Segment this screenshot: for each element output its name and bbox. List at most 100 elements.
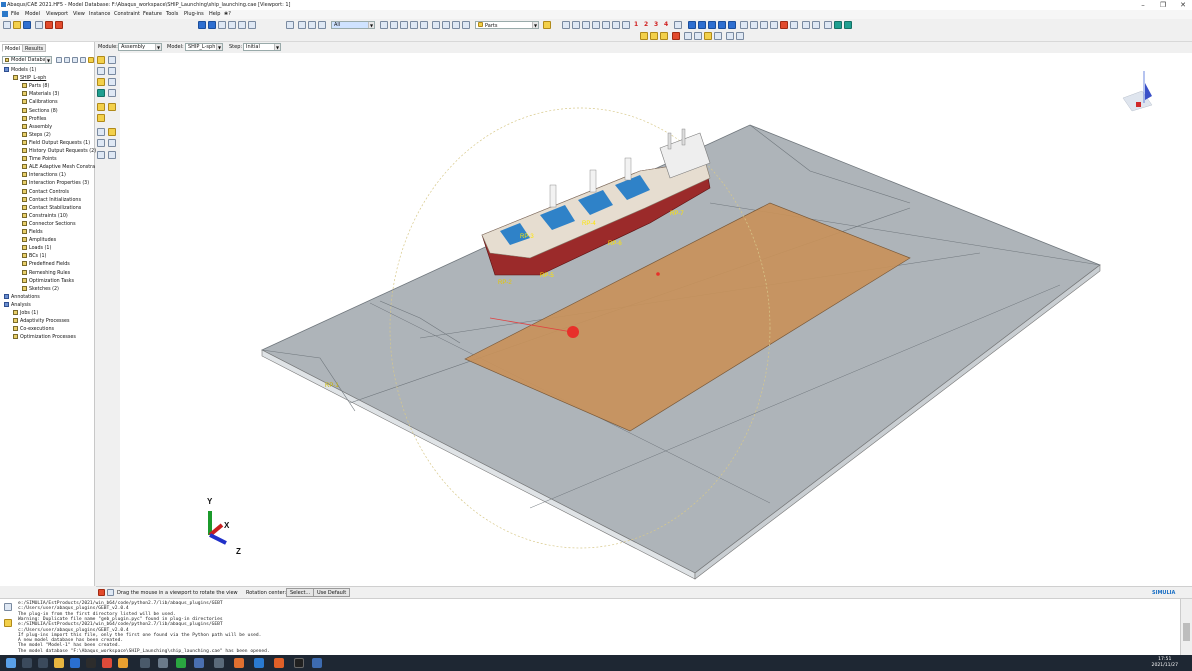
render-edges-icon[interactable] <box>718 21 726 29</box>
cycle-icon[interactable] <box>286 21 294 29</box>
lock-icon[interactable] <box>684 32 692 40</box>
partition2-icon[interactable] <box>108 128 116 136</box>
parallel-face-icon[interactable] <box>97 89 105 97</box>
arrow-icon[interactable] <box>770 21 778 29</box>
view-3-button[interactable]: 3 <box>654 21 658 28</box>
view-back-icon[interactable] <box>572 21 580 29</box>
merge-icon[interactable] <box>97 78 105 86</box>
viewport[interactable]: RP-1 RP-2 RP-3 RP-4 RP-5 RP-6 RP-7 Y X Z <box>120 53 1192 586</box>
back-icon[interactable] <box>107 589 114 596</box>
selection-filter-select[interactable]: All ▼ <box>331 21 375 29</box>
magnify-icon[interactable] <box>218 21 226 29</box>
app-icon-2[interactable] <box>118 658 128 668</box>
cut-icon[interactable] <box>790 21 798 29</box>
save-icon[interactable] <box>23 21 31 29</box>
layers-icon[interactable] <box>812 21 820 29</box>
tab-model[interactable]: Model <box>2 44 24 52</box>
group-icon[interactable] <box>694 32 702 40</box>
wechat-icon[interactable] <box>176 658 186 668</box>
menu-whatsthis[interactable]: ❀? <box>224 11 231 17</box>
tree-item[interactable]: Contact Stabilizations <box>22 204 81 213</box>
expand-icon[interactable] <box>56 57 62 63</box>
tree-item[interactable]: Analysis <box>4 301 31 310</box>
tree-item[interactable]: Parts (8) <box>22 83 49 91</box>
tree-item[interactable]: Time Points <box>22 156 57 164</box>
menu-model[interactable]: Model <box>25 11 40 17</box>
grid2-icon[interactable] <box>736 32 744 40</box>
cursor-icon[interactable] <box>672 32 680 40</box>
filter-tree-icon[interactable] <box>72 57 78 63</box>
menu-help[interactable]: Help <box>209 11 220 17</box>
tree-item[interactable]: Jobs (1) <box>13 310 38 318</box>
box-zoom-icon[interactable] <box>238 21 246 29</box>
paste-icon[interactable] <box>442 21 450 29</box>
tree-item[interactable]: Sketches (2) <box>22 285 59 294</box>
rotate-icon[interactable] <box>208 21 216 29</box>
filter3-icon[interactable] <box>400 21 408 29</box>
translate-instance-icon[interactable] <box>108 67 116 75</box>
task-view-icon[interactable] <box>38 658 48 668</box>
view-1-button[interactable]: 1 <box>634 21 638 28</box>
view-2-button[interactable]: 2 <box>644 21 648 28</box>
open-icon[interactable] <box>13 21 21 29</box>
chrome-icon[interactable] <box>102 658 112 668</box>
tree-item[interactable]: Remeshing Rules <box>22 269 70 278</box>
create-instance-icon[interactable] <box>97 56 105 64</box>
view-cube-icon[interactable] <box>1122 71 1153 112</box>
tree-item[interactable]: Materials (3) <box>22 91 59 99</box>
csys-icon[interactable] <box>97 151 105 159</box>
start-icon[interactable] <box>6 658 16 668</box>
display-group-icon[interactable] <box>824 21 832 29</box>
view-bottom-icon[interactable] <box>592 21 600 29</box>
replace-icon[interactable] <box>298 21 306 29</box>
menu-viewport[interactable]: Viewport <box>46 11 68 17</box>
remove-icon[interactable] <box>318 21 326 29</box>
bulb-icon[interactable] <box>88 57 94 63</box>
view-iso-icon[interactable] <box>622 21 630 29</box>
menu-feature[interactable]: Feature <box>143 11 162 17</box>
app-icon-7[interactable] <box>234 658 244 668</box>
pan-icon[interactable] <box>198 21 206 29</box>
datum-axis-icon[interactable] <box>108 103 116 111</box>
app-icon-5[interactable] <box>194 658 204 668</box>
render-shaded-icon[interactable] <box>708 21 716 29</box>
instance-icon[interactable] <box>704 32 712 40</box>
terminal-icon[interactable] <box>294 658 304 668</box>
color2-icon[interactable] <box>844 21 852 29</box>
filter2-icon[interactable] <box>390 21 398 29</box>
tree-item[interactable]: Fields <box>22 229 43 237</box>
tools-icon[interactable] <box>45 21 53 29</box>
view-top-icon[interactable] <box>582 21 590 29</box>
tree-item[interactable]: Assembly <box>22 123 52 132</box>
menu-plugins[interactable]: Plug-ins <box>184 11 204 17</box>
close-icon[interactable]: ✕ <box>1176 0 1190 10</box>
grid-icon[interactable] <box>726 32 734 40</box>
menu-instance[interactable]: Instance <box>89 11 110 17</box>
color-icon[interactable] <box>834 21 842 29</box>
print-icon[interactable] <box>35 21 43 29</box>
filter5-icon[interactable] <box>420 21 428 29</box>
tree-item[interactable]: Steps (2) <box>22 131 51 140</box>
tree-item[interactable]: Interactions (1) <box>22 172 66 180</box>
tree-item[interactable]: Predefined Fields <box>22 261 70 269</box>
tree-item[interactable]: Constraints (10) <box>22 212 68 221</box>
tree-item[interactable]: Co-executions <box>13 326 54 334</box>
maximize-icon[interactable]: ❐ <box>1156 0 1170 10</box>
app-icon-6[interactable] <box>214 658 224 668</box>
datum-point-icon[interactable] <box>97 103 105 111</box>
abaqus-task-icon[interactable] <box>312 658 322 668</box>
clock[interactable]: 17:51 2021/11/27 <box>1152 657 1178 669</box>
cut-instance-icon[interactable] <box>108 78 116 86</box>
table-icon[interactable] <box>802 21 810 29</box>
partition-icon[interactable] <box>97 128 105 136</box>
scrollbar-thumb[interactable] <box>1183 623 1190 641</box>
app-icon-8[interactable] <box>254 658 264 668</box>
color-code-icon[interactable] <box>543 21 551 29</box>
copy-icon[interactable] <box>432 21 440 29</box>
filter4-icon[interactable] <box>410 21 418 29</box>
view-4-button[interactable]: 4 <box>664 21 668 28</box>
tree-item[interactable]: Adaptivity Processes <box>13 318 70 326</box>
rotate-instance-icon[interactable] <box>97 67 105 75</box>
query-icon[interactable] <box>740 21 748 29</box>
filter-icon[interactable] <box>380 21 388 29</box>
